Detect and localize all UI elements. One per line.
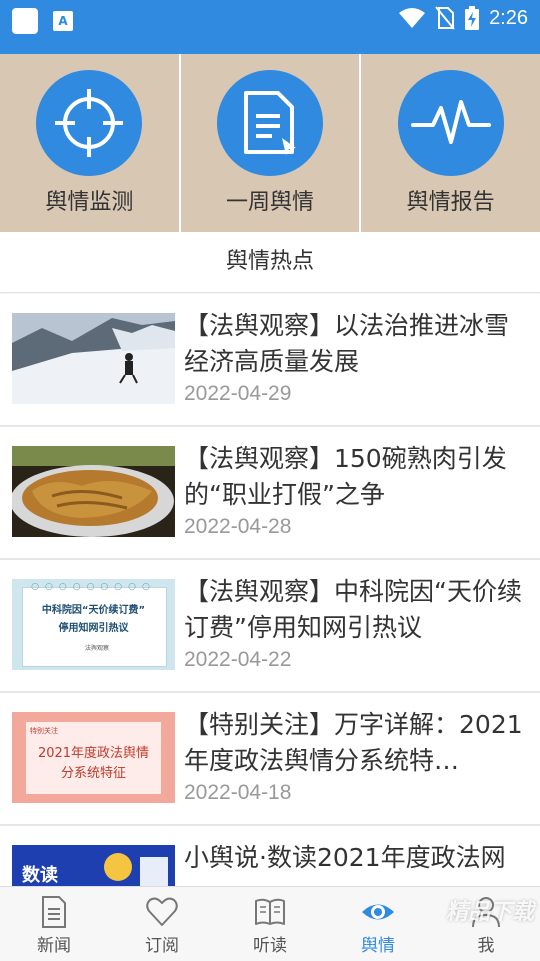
news-item[interactable]: ○○○○○○○○○ 中科院因“天价续订费” 停用知网引热议 法舆观察 【法舆观察… — [0, 560, 540, 693]
nav-news[interactable]: 新闻 — [0, 887, 108, 961]
wifi-icon — [399, 8, 426, 28]
thumb-text: 停用知网引热议 — [58, 623, 129, 634]
text-app-icon: A — [53, 11, 73, 31]
heart-icon — [146, 897, 178, 926]
news-date: 2022-04-18 — [184, 781, 292, 804]
news-title: 小舆说·数读2021年度政法网 — [184, 843, 506, 872]
tile-weekly[interactable]: 一周舆情 — [181, 54, 362, 232]
nav-label: 新闻 — [37, 936, 71, 956]
nav-listen[interactable]: 听读 — [216, 887, 324, 961]
news-item[interactable]: 特别关注 2021年度政法舆情 分系统特征 【特别关注】万字详解：2021年度政… — [0, 693, 540, 826]
news-thumbnail: 数读 — [12, 845, 175, 886]
nav-label: 订阅 — [145, 936, 179, 956]
news-thumbnail: ○○○○○○○○○ 中科院因“天价续订费” 停用知网引热议 法舆观察 — [12, 579, 175, 670]
notification-app-icon — [12, 8, 38, 34]
nav-sentiment[interactable]: 舆情 — [324, 887, 432, 961]
tile-label: 一周舆情 — [226, 190, 315, 215]
news-date: 2022-04-22 — [184, 648, 292, 671]
clock: 2:26 — [489, 6, 528, 29]
news-item[interactable]: 【法舆观察】以法治推进冰雪经济高质量发展 2022-04-29 — [0, 294, 540, 427]
news-title: 【特别关注】万字详解：2021年度政法舆情分系统特… — [184, 710, 523, 775]
section-title: 舆情热点 — [0, 232, 540, 293]
feature-tiles: 舆情监测 一周舆情 舆情报告 — [0, 54, 540, 232]
nav-label: 舆情 — [361, 936, 395, 956]
battery-charging-icon — [465, 6, 480, 30]
newspaper-icon — [42, 896, 66, 928]
news-list[interactable]: 【法舆观察】以法治推进冰雪经济高质量发展 2022-04-29 【法舆观察】15… — [0, 294, 540, 886]
news-thumbnail — [12, 313, 175, 404]
no-sim-icon — [435, 6, 455, 30]
status-icons: 2:26 — [399, 6, 528, 30]
crosshair-icon — [36, 70, 143, 176]
status-bar: A 2:26 — [0, 0, 540, 54]
thumb-text: 分系统特征 — [60, 766, 126, 781]
pulse-icon — [397, 70, 504, 176]
thumb-text: 特别关注 — [30, 727, 58, 735]
news-item[interactable]: 数读 小舆说·数读2021年度政法网 — [0, 826, 540, 886]
news-thumbnail: 特别关注 2021年度政法舆情 分系统特征 — [12, 712, 175, 803]
thumb-text: 2021年度政法舆情 — [37, 746, 150, 761]
nav-subscribe[interactable]: 订阅 — [108, 887, 216, 961]
tile-label: 舆情监测 — [45, 190, 134, 215]
thumb-text: 法舆观察 — [84, 645, 109, 652]
book-icon — [255, 898, 285, 925]
news-title: 【法舆观察】以法治推进冰雪经济高质量发展 — [184, 311, 510, 376]
document-icon — [217, 70, 323, 176]
nav-label: 我 — [477, 936, 495, 956]
news-title: 【法舆观察】中科院因“天价续订费”停用知网引热议 — [184, 577, 522, 642]
thumb-text: 中科院因“天价续订费” — [41, 605, 146, 616]
news-thumbnail — [12, 446, 175, 537]
news-title: 【法舆观察】150碗熟肉引发的“职业打假”之争 — [184, 444, 507, 509]
tile-report[interactable]: 舆情报告 — [361, 54, 540, 232]
news-item[interactable]: 【法舆观察】150碗熟肉引发的“职业打假”之争 2022-04-28 — [0, 427, 540, 560]
news-date: 2022-04-28 — [184, 515, 292, 538]
eye-icon — [362, 904, 394, 920]
thumb-text: 数读 — [22, 865, 58, 886]
tile-label: 舆情报告 — [406, 190, 495, 215]
news-date: 2022-04-29 — [184, 382, 292, 405]
nav-label: 听读 — [253, 936, 287, 956]
tile-monitoring[interactable]: 舆情监测 — [0, 54, 181, 232]
watermark: 精品下载 — [445, 900, 534, 925]
